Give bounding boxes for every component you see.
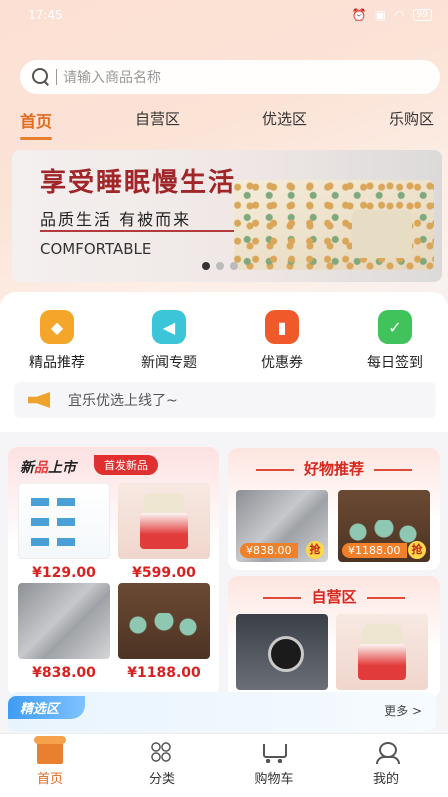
self-run-card: 自营区 (228, 576, 440, 698)
product-image[interactable] (18, 483, 110, 559)
nav-home[interactable]: 首页 (10, 736, 90, 787)
banner-english: COMFORTABLE (40, 240, 152, 258)
banner-title: 享受睡眠慢生活 (40, 168, 237, 198)
nav-category[interactable]: 分类 (122, 740, 202, 787)
search-bar[interactable]: 请输入商品名称 (20, 60, 440, 94)
alarm-icon: ⏰ (351, 8, 367, 22)
product-price: ¥1188.00 (127, 665, 201, 681)
diamond-icon: ◆ (40, 310, 74, 344)
grab-badge: 抢 (408, 541, 426, 559)
calendar-check-icon: ✓ (378, 310, 412, 344)
battery-icon: 99 (412, 9, 432, 21)
product-price: ¥599.00 (132, 565, 196, 581)
banner-subtitle: 品质生活 有被而来 (40, 210, 192, 229)
product-price: ¥129.00 (32, 565, 96, 581)
self-run-title: 自营区 (228, 586, 440, 607)
featured-section: 精选区 更多 > (8, 692, 436, 732)
tab-selected[interactable]: 优选区 (262, 108, 307, 129)
product-price: ¥1188.00 (342, 543, 407, 558)
status-bar: 17:45 ⏰ ▣ ◠ 99 (0, 0, 448, 30)
carousel-indicator (202, 262, 238, 270)
new-arrivals-tag: 首发新品 (94, 455, 158, 475)
top-tabs: 首页 自营区 优选区 乐购区 (0, 104, 448, 140)
home-icon (34, 736, 66, 764)
bottom-nav: 首页 分类 购物车 我的 (0, 733, 448, 797)
tab-home[interactable]: 首页 (20, 108, 53, 140)
good-picks-title: 好物推荐 (228, 458, 440, 479)
carousel-dot[interactable] (216, 262, 224, 270)
nav-profile[interactable]: 我的 (346, 740, 426, 787)
quick-entry-checkin[interactable]: ✓ 每日签到 (350, 310, 440, 372)
new-arrivals-card: 新品上市 首发新品 ¥129.00 ¥599.00 ¥838.00 ¥1188.… (8, 447, 219, 697)
tab-self-run[interactable]: 自营区 (135, 108, 180, 129)
more-link[interactable]: 更多 > (384, 702, 422, 719)
megaphone-icon (28, 392, 50, 408)
product-image[interactable] (118, 483, 210, 559)
notice-text: 宜乐优选上线了~ (68, 393, 178, 409)
product-image[interactable]: ¥1188.00 抢 (338, 490, 430, 562)
product-image[interactable] (18, 583, 110, 659)
carousel-dot[interactable] (230, 262, 238, 270)
tab-shopping[interactable]: 乐购区 (389, 108, 434, 129)
product-image[interactable] (236, 614, 328, 690)
quick-entry-featured[interactable]: ◆ 精品推荐 (12, 310, 102, 372)
product-image[interactable] (118, 583, 210, 659)
product-price: ¥838.00 (32, 665, 96, 681)
new-arrivals-title: 新品上市 (20, 460, 76, 476)
quick-entry-coupon[interactable]: ▮ 优惠券 (237, 310, 327, 372)
pillow-image (352, 210, 412, 258)
sim-icon: ▣ (374, 8, 387, 22)
quick-entry-news[interactable]: ◀ 新闻专题 (124, 310, 214, 372)
product-price: ¥838.00 (240, 543, 298, 558)
featured-title: 精选区 (8, 696, 86, 719)
product-image[interactable] (336, 614, 428, 690)
search-icon (32, 68, 50, 86)
good-picks-card: 好物推荐 ¥838.00 抢 ¥1188.00 抢 (228, 448, 440, 570)
nav-cart[interactable]: 购物车 (234, 740, 314, 787)
speaker-icon: ◀ (152, 310, 186, 344)
wifi-icon: ◠ (394, 8, 405, 22)
cart-icon (261, 740, 287, 764)
search-input[interactable]: 请输入商品名称 (63, 67, 161, 87)
notice-bar[interactable]: 宜乐优选上线了~ (14, 382, 436, 418)
grab-badge: 抢 (306, 541, 324, 559)
grid-icon (149, 740, 175, 764)
user-icon (373, 740, 400, 764)
carousel-dot[interactable] (202, 262, 210, 270)
status-time: 17:45 (28, 8, 63, 22)
product-image[interactable]: ¥838.00 抢 (236, 490, 328, 562)
coupon-icon: ▮ (265, 310, 299, 344)
